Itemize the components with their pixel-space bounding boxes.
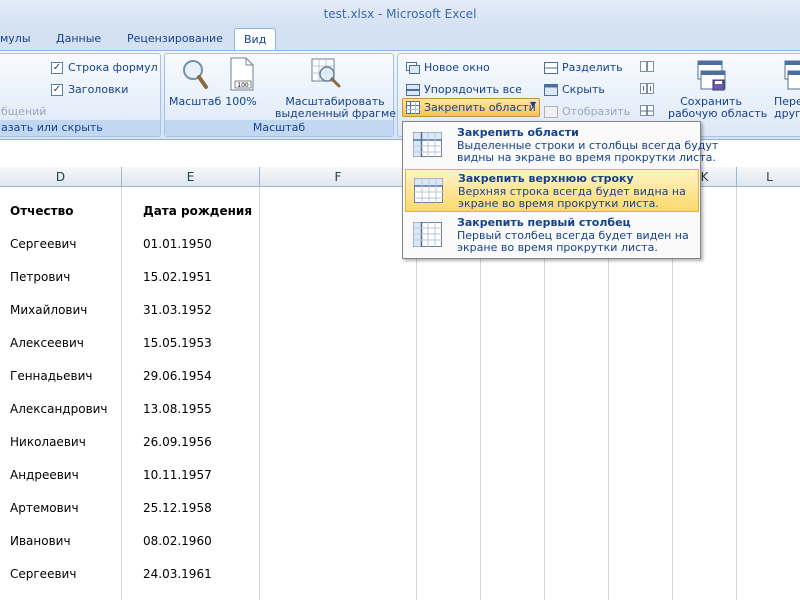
cell-patronymic[interactable]: Артемович — [10, 501, 79, 515]
split-icon — [544, 62, 558, 74]
cell-patronymic[interactable]: Иванович — [10, 534, 71, 548]
column-header-e[interactable]: E — [122, 167, 260, 187]
save-workspace-line2: рабочую область — [668, 107, 768, 120]
grid-line — [736, 187, 737, 600]
freeze-panes-button[interactable]: Закрепить области ▼ — [402, 98, 540, 117]
menu-item-title: Закрепить первый столбец — [457, 216, 631, 229]
tab-view[interactable]: Вид — [234, 28, 277, 51]
tab-formulas[interactable]: мулы — [0, 28, 40, 50]
unhide-button: Отобразить — [562, 105, 631, 118]
tab-review[interactable]: Рецензирование — [118, 28, 232, 50]
menu-item-title: Закрепить верхнюю строку — [458, 172, 634, 185]
switch-windows-icon — [784, 60, 800, 90]
svg-text:100: 100 — [237, 82, 249, 89]
cell-birth-date[interactable]: 15.05.1953 — [143, 336, 212, 350]
cell-birth-date[interactable]: 31.03.1952 — [143, 303, 212, 317]
formula-bar-label[interactable]: Строка формул — [68, 61, 158, 74]
zoom-group: Масштаб 100 100% Масштабировать выделенн… — [164, 53, 410, 137]
column-header-l[interactable]: L — [737, 167, 800, 187]
message-bar-partial-label: бщений — [1, 105, 47, 118]
menu-item-description: Верхняя строка всегда будет видна на экр… — [458, 186, 686, 210]
arrange-all-icon — [406, 84, 420, 96]
menu-item-freeze-top-row[interactable]: Закрепить верхнюю строку Верхняя строка … — [405, 169, 699, 212]
cell-birth-date[interactable]: 26.09.1956 — [143, 435, 212, 449]
cell-patronymic[interactable]: Андреевич — [10, 468, 79, 482]
unhide-icon — [544, 106, 558, 118]
menu-item-description-line2: экране во время прокрутки листа. — [458, 197, 659, 210]
cell-birth-date[interactable]: 01.01.1950 — [143, 237, 212, 251]
view-side-by-side-icon[interactable] — [640, 61, 654, 73]
zoom-100-icon: 100 — [230, 57, 254, 91]
freeze-panes-menu: Закрепить области Выделенные строки и ст… — [402, 121, 718, 259]
zoom-to-selection-icon — [311, 58, 341, 88]
zoom-100-button[interactable]: 100% — [223, 96, 259, 108]
zoom-group-label: Масштаб — [165, 120, 393, 136]
ribbon-tabs: мулы Данные Рецензирование Вид — [0, 28, 800, 51]
reset-window-position-icon[interactable] — [640, 105, 654, 117]
cell-patronymic[interactable]: Николаевич — [10, 435, 86, 449]
zoom-to-selection-button[interactable]: Масштабировать выделенный фрагмент — [275, 96, 410, 120]
cell-birth-date[interactable]: 15.02.1951 — [143, 270, 212, 284]
cell-birth-date[interactable]: 25.12.1958 — [143, 501, 212, 515]
column-header-d[interactable]: D — [0, 167, 122, 187]
headings-checkbox[interactable]: ✓ — [51, 84, 63, 96]
freeze-first-column-icon — [413, 222, 442, 247]
cell-patronymic[interactable]: Сергеевич — [10, 237, 76, 251]
header-cell-birth-date[interactable]: Дата рождения — [143, 204, 252, 218]
tab-data[interactable]: Данные — [47, 28, 110, 50]
menu-item-freeze-panes[interactable]: Закрепить области Выделенные строки и ст… — [405, 124, 718, 167]
show-hide-group: ✓ Строка формул ✓ Заголовки бщений азать… — [0, 53, 161, 137]
cell-patronymic[interactable]: Петрович — [10, 270, 70, 284]
window-title: test.xlsx - Microsoft Excel — [323, 7, 477, 21]
chevron-down-icon: ▼ — [530, 100, 537, 109]
zoom-to-selection-line2: выделенный фрагмент — [275, 107, 410, 120]
cell-patronymic[interactable]: Михайлович — [10, 303, 87, 317]
synchronous-scrolling-icon[interactable] — [640, 83, 654, 95]
split-button[interactable]: Разделить — [562, 61, 623, 74]
cell-birth-date[interactable]: 08.02.1960 — [143, 534, 212, 548]
new-window-icon — [406, 62, 420, 74]
save-workspace-button[interactable]: Сохранить рабочую область — [668, 96, 768, 120]
hide-button[interactable]: Скрыть — [562, 83, 605, 96]
column-header-f[interactable]: F — [260, 167, 417, 187]
cell-patronymic[interactable]: Геннадьевич — [10, 369, 92, 383]
headings-label[interactable]: Заголовки — [68, 83, 128, 96]
menu-item-description: Первый столбец всегда будет виден на экр… — [457, 230, 689, 254]
hide-icon — [544, 84, 558, 96]
switch-windows-line2: другое — [774, 107, 800, 120]
freeze-panes-icon — [413, 132, 442, 157]
zoom-magnifier-icon — [183, 60, 208, 89]
zoom-button[interactable]: Масштаб — [169, 96, 221, 108]
menu-item-description-line2: экране во время прокрутки листа. — [457, 241, 658, 254]
arrange-all-button[interactable]: Упорядочить все — [424, 83, 522, 96]
cell-birth-date[interactable]: 10.11.1957 — [143, 468, 212, 482]
menu-item-title: Закрепить области — [457, 126, 579, 139]
cell-birth-date[interactable]: 13.08.1955 — [143, 402, 212, 416]
menu-item-description: Выделенные строки и столбцы всегда будут… — [457, 140, 718, 164]
cell-patronymic[interactable]: Александрович — [10, 402, 108, 416]
title-bar: test.xlsx - Microsoft Excel — [0, 0, 800, 28]
cell-birth-date[interactable]: 24.03.1961 — [143, 567, 212, 581]
menu-item-description-line2: видны на экране во время прокрутки листа… — [457, 151, 716, 164]
cell-birth-date[interactable]: 29.06.1954 — [143, 369, 212, 383]
header-cell-patronymic[interactable]: Отчество — [10, 204, 73, 218]
freeze-panes-label: Закрепить области — [424, 101, 536, 114]
switch-windows-button[interactable]: Пере другое — [774, 96, 800, 120]
new-window-button[interactable]: Новое окно — [424, 61, 490, 74]
freeze-panes-icon — [406, 101, 420, 114]
menu-item-freeze-first-column[interactable]: Закрепить первый столбец Первый столбец … — [405, 214, 699, 257]
show-hide-group-label: азать или скрыть — [0, 120, 160, 136]
freeze-top-row-icon — [414, 178, 443, 203]
grid-line — [121, 187, 122, 600]
grid-line — [259, 187, 260, 600]
formula-bar-checkbox[interactable]: ✓ — [51, 62, 63, 74]
cell-patronymic[interactable]: Алексеевич — [10, 336, 84, 350]
cell-patronymic[interactable]: Сергеевич — [10, 567, 76, 581]
save-workspace-icon — [697, 60, 726, 91]
